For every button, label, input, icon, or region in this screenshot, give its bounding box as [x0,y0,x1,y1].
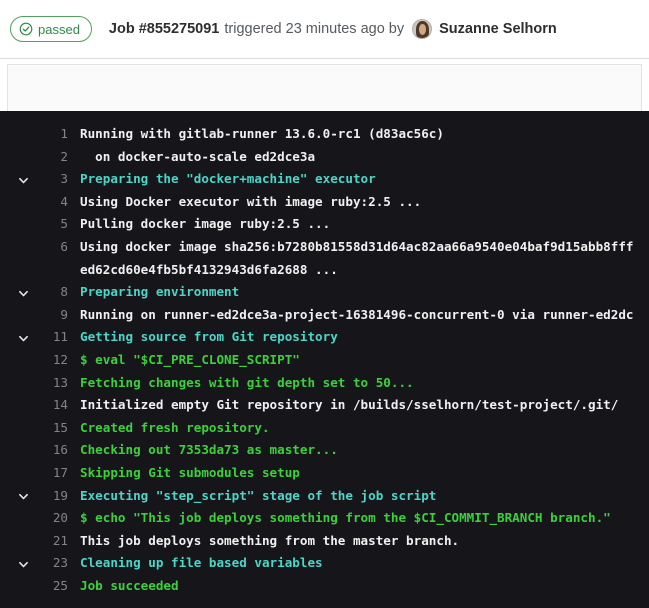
log-toggle-spacer [0,349,36,372]
job-log-terminal[interactable]: 1Running with gitlab-runner 13.6.0-rc1 (… [0,111,649,608]
log-line: 1Running with gitlab-runner 13.6.0-rc1 (… [0,123,649,146]
log-line: 2 on docker-auto-scale ed2dce3a [0,146,649,169]
log-line: 14Initialized empty Git repository in /b… [0,394,649,417]
chevron-down-icon [18,558,29,569]
log-line-text: Pulling docker image ruby:2.5 ... [68,213,649,236]
log-line: 17Skipping Git submodules setup [0,462,649,485]
log-line-text: $ eval "$CI_PRE_CLONE_SCRIPT" [68,349,649,372]
job-id-link[interactable]: Job #855275091 [109,21,219,37]
section-collapse-toggle[interactable] [0,326,36,349]
log-line-number[interactable]: 8 [36,281,68,304]
check-circle-icon [19,22,33,36]
log-line-text: Initialized empty Git repository in /bui… [68,394,649,417]
log-line-text: Fetching changes with git depth set to 5… [68,372,649,395]
log-toggle-spacer [0,530,36,553]
section-collapse-toggle[interactable] [0,281,36,304]
chevron-down-icon [18,490,29,501]
log-line: 19Executing "step_script" stage of the j… [0,485,649,508]
log-toggle-spacer [0,394,36,417]
log-line: 15Created fresh repository. [0,417,649,440]
log-line: 8Preparing environment [0,281,649,304]
log-line: 13Fetching changes with git depth set to… [0,372,649,395]
log-line-text: Job succeeded [68,575,649,598]
log-line-text: This job deploys something from the mast… [68,530,649,553]
log-toggle-spacer [0,439,36,462]
log-line-text: Running on runner-ed2dce3a-project-16381… [68,304,649,327]
log-line-text: on docker-auto-scale ed2dce3a [68,146,649,169]
log-line: 16Checking out 7353da73 as master... [0,439,649,462]
log-line-text: $ echo "This job deploys something from … [68,507,649,530]
log-line-text: Using docker image sha256:b7280b81558d31… [68,236,649,259]
log-line: 3Preparing the "docker+machine" executor [0,168,649,191]
log-line: 4Using Docker executor with image ruby:2… [0,191,649,214]
log-line-number[interactable]: 6 [36,236,68,259]
avatar[interactable] [412,19,432,39]
log-line-number[interactable]: 2 [36,146,68,169]
log-toggle-spacer [0,123,36,146]
job-header-text: Job #855275091 triggered 23 minutes ago … [109,19,557,39]
section-collapse-toggle[interactable] [0,485,36,508]
log-line-text: ed62cd60e4fb5bf4132943d6fa2688 ... [68,259,649,282]
status-badge-label: passed [38,23,80,36]
log-line-text: Getting source from Git repository [68,326,649,349]
log-toggle-spacer [0,462,36,485]
log-line-text: Skipping Git submodules setup [68,462,649,485]
log-line: 9Running on runner-ed2dce3a-project-1638… [0,304,649,327]
log-line-number[interactable]: 1 [36,123,68,146]
log-line-number[interactable]: 17 [36,462,68,485]
log-line: 5Pulling docker image ruby:2.5 ... [0,213,649,236]
user-name-link[interactable]: Suzanne Selhorn [439,21,557,37]
log-line-number[interactable]: 3 [36,168,68,191]
log-toggle-spacer [0,213,36,236]
log-line-text: Checking out 7353da73 as master... [68,439,649,462]
chevron-down-icon [18,287,29,298]
log-line-number[interactable]: 16 [36,439,68,462]
status-badge[interactable]: passed [10,16,92,42]
log-line-number[interactable]: 21 [36,530,68,553]
log-toolbar-strip [7,64,642,111]
log-line-number[interactable]: 9 [36,304,68,327]
log-line-number[interactable]: 11 [36,326,68,349]
log-line-number[interactable]: 14 [36,394,68,417]
log-line-text: Executing "step_script" stage of the job… [68,485,649,508]
log-line-number[interactable]: 23 [36,552,68,575]
log-line: 12$ eval "$CI_PRE_CLONE_SCRIPT" [0,349,649,372]
log-line: 25Job succeeded [0,575,649,598]
section-collapse-toggle[interactable] [0,168,36,191]
log-line: 23Cleaning up file based variables [0,552,649,575]
log-line: 20$ echo "This job deploys something fro… [0,507,649,530]
log-line-number[interactable]: 15 [36,417,68,440]
log-line-number[interactable]: 4 [36,191,68,214]
log-line-number[interactable]: 19 [36,485,68,508]
log-line: ed62cd60e4fb5bf4132943d6fa2688 ... [0,259,649,282]
log-line-text: Preparing environment [68,281,649,304]
log-line-text: Running with gitlab-runner 13.6.0-rc1 (d… [68,123,649,146]
log-toggle-spacer [0,507,36,530]
log-line-number[interactable]: 25 [36,575,68,598]
log-line-number[interactable]: 12 [36,349,68,372]
section-collapse-toggle[interactable] [0,552,36,575]
log-line-number[interactable]: 5 [36,213,68,236]
log-toggle-spacer [0,236,36,259]
log-line-number[interactable]: 13 [36,372,68,395]
job-triggered-text: triggered 23 minutes ago by [224,21,404,37]
log-toggle-spacer [0,304,36,327]
log-toggle-spacer [0,417,36,440]
log-toggle-spacer [0,259,36,282]
chevron-down-icon [18,332,29,343]
log-toggle-spacer [0,191,36,214]
log-line: 21This job deploys something from the ma… [0,530,649,553]
log-line-text: Cleaning up file based variables [68,552,649,575]
log-toggle-spacer [0,372,36,395]
log-line: 6Using docker image sha256:b7280b81558d3… [0,236,649,259]
log-toggle-spacer [0,146,36,169]
log-line-text: Preparing the "docker+machine" executor [68,168,649,191]
log-line-text: Created fresh repository. [68,417,649,440]
log-line-text: Using Docker executor with image ruby:2.… [68,191,649,214]
chevron-down-icon [18,174,29,185]
log-line-number[interactable]: 20 [36,507,68,530]
job-header: passed Job #855275091 triggered 23 minut… [0,0,649,59]
log-line: 11Getting source from Git repository [0,326,649,349]
log-toggle-spacer [0,575,36,598]
